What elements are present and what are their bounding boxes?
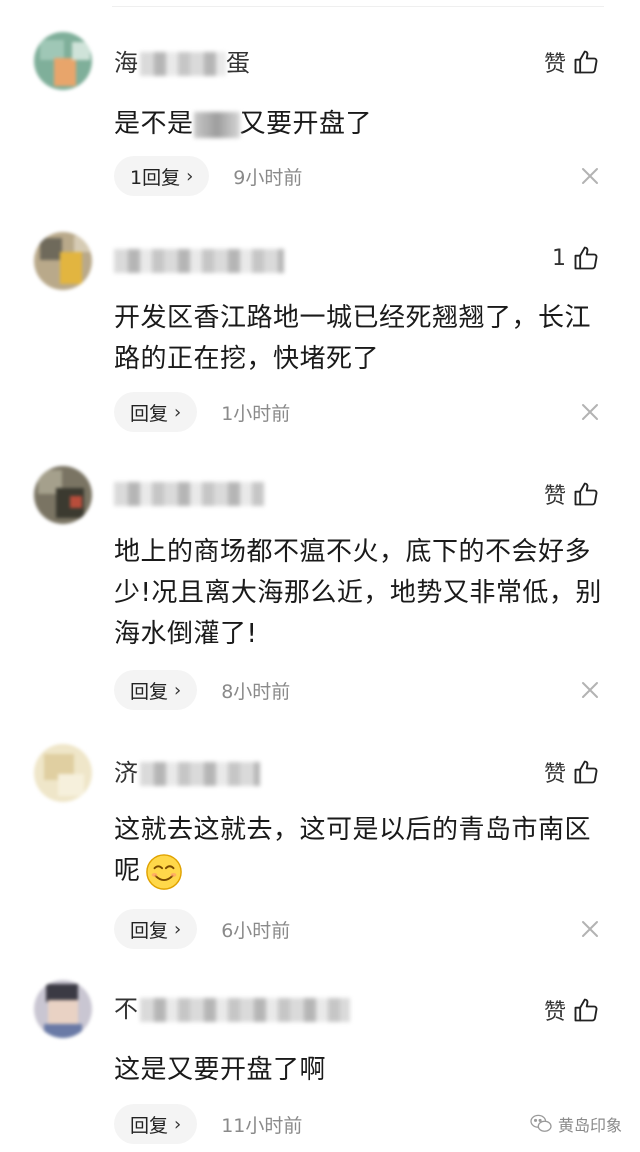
like-button[interactable]: 赞 — [544, 754, 600, 790]
username-blur — [140, 762, 260, 786]
comment-meta: 回复 › 6小时前 — [114, 908, 290, 950]
timestamp: 8小时前 — [221, 680, 291, 703]
comment-text: 开发区香江路地一城已经死翘翘了，长江路的正在挖，快堵死了 — [114, 303, 592, 374]
timestamp: 9小时前 — [233, 166, 303, 189]
username[interactable]: 济 — [114, 758, 260, 788]
timestamp: 1小时前 — [221, 402, 291, 425]
avatar[interactable] — [34, 466, 92, 524]
like-count: 1 — [552, 245, 566, 271]
comment-text: 地上的商场都不瘟不火，底下的不会好多少!况且离大海那么近，地势又非常低，别海水倒… — [114, 537, 602, 649]
avatar[interactable] — [34, 32, 92, 90]
username[interactable] — [114, 245, 284, 275]
timestamp: 6小时前 — [221, 919, 291, 942]
avatar[interactable] — [34, 744, 92, 802]
username-blur — [114, 482, 264, 506]
chevron-right-icon: › — [174, 401, 182, 423]
avatar[interactable] — [34, 232, 92, 290]
close-icon[interactable] — [580, 166, 600, 186]
like-label: 赞 — [543, 52, 566, 77]
close-icon[interactable] — [580, 919, 600, 939]
comment-meta: 1回复 › 9小时前 — [114, 155, 302, 197]
chevron-right-icon: › — [174, 918, 182, 940]
like-button[interactable]: 赞 — [544, 476, 600, 512]
reply-button[interactable]: 1回复 › — [114, 156, 210, 196]
close-icon[interactable] — [580, 680, 600, 700]
like-label: 赞 — [543, 762, 566, 787]
username[interactable]: 海蛋 — [114, 48, 250, 78]
comment-meta: 回复 › 8小时前 — [114, 669, 290, 711]
top-divider — [112, 6, 604, 7]
thumbs-up-icon — [574, 482, 598, 506]
chevron-right-icon: › — [174, 1113, 182, 1135]
comment-text: 是不是 又要开盘了 — [114, 109, 373, 139]
watermark: 黄岛印象 — [530, 1112, 622, 1136]
text-blur — [193, 111, 240, 138]
username-blur — [140, 52, 226, 76]
timestamp: 11小时前 — [221, 1114, 303, 1137]
comment-text: 这就去这就去，这可是以后的青岛市南区呢 — [114, 810, 604, 892]
reply-button[interactable]: 回复 › — [114, 1104, 198, 1144]
like-button[interactable]: 赞 — [544, 44, 600, 80]
thumbs-up-icon — [574, 760, 598, 784]
thumbs-up-icon — [574, 998, 598, 1022]
like-button[interactable]: 赞 — [544, 992, 600, 1028]
comment-meta: 回复 › 11小时前 — [114, 1103, 302, 1145]
like-label: 赞 — [543, 484, 566, 509]
close-icon[interactable] — [580, 402, 600, 422]
username-blur — [140, 998, 350, 1022]
comment-meta: 回复 › 1小时前 — [114, 391, 290, 433]
watermark-text: 黄岛印象 — [557, 1116, 622, 1135]
reply-button[interactable]: 回复 › — [114, 909, 198, 949]
avatar[interactable] — [34, 980, 92, 1038]
chevron-right-icon: › — [186, 165, 194, 187]
thumbs-up-icon — [574, 50, 598, 74]
wechat-icon — [530, 1114, 552, 1132]
smiling-face-emoji — [145, 853, 182, 890]
thumbs-up-icon — [574, 246, 598, 270]
username[interactable] — [114, 478, 264, 508]
reply-button[interactable]: 回复 › — [114, 392, 198, 432]
like-button[interactable]: 1 — [552, 240, 600, 276]
comment-text: 这是又要开盘了啊 — [114, 1055, 327, 1085]
chevron-right-icon: › — [174, 679, 182, 701]
like-label: 赞 — [543, 1000, 566, 1025]
reply-button[interactable]: 回复 › — [114, 670, 198, 710]
username-blur — [114, 249, 284, 273]
username[interactable]: 不 — [114, 994, 350, 1024]
